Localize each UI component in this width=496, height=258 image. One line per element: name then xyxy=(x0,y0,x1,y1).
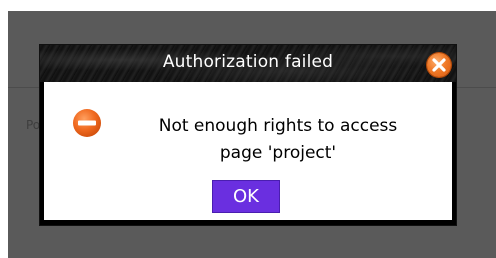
message-line-1: Not enough rights to access xyxy=(158,116,398,136)
close-button[interactable] xyxy=(427,53,451,77)
close-icon xyxy=(432,58,446,72)
message-line-2: page 'project' xyxy=(219,143,337,163)
dialog-titlebar: Authorization failed xyxy=(40,45,456,82)
dialog-title: Authorization failed xyxy=(162,52,334,72)
ok-button[interactable]: OK xyxy=(212,180,280,213)
screen: Po . Authorization failed xyxy=(0,0,496,258)
error-message: Not enough rights to access page 'projec… xyxy=(118,113,438,167)
error-icon xyxy=(73,109,101,137)
error-dialog: Authorization failed Not enough rights t… xyxy=(39,44,457,226)
dialog-content: Not enough rights to access page 'projec… xyxy=(44,82,452,220)
